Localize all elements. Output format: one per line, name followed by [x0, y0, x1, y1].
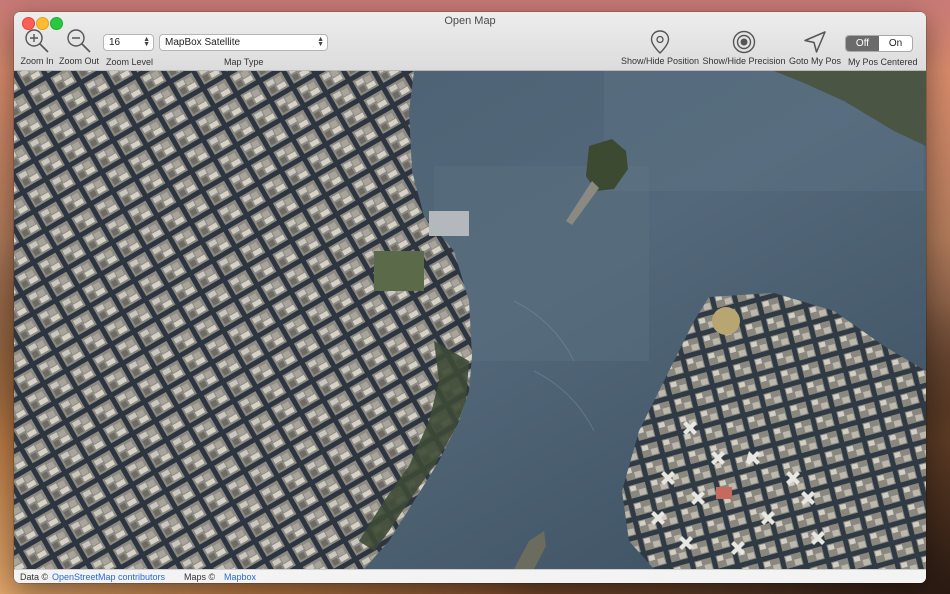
zoom-in-label: Zoom In — [20, 56, 54, 66]
location-pin-icon — [650, 30, 670, 54]
window-title: Open Map — [444, 15, 496, 27]
show-hide-position-label: Show/Hide Position — [620, 56, 700, 66]
zoom-out-button[interactable]: Zoom Out — [57, 28, 101, 66]
openstreetmap-link[interactable]: OpenStreetMap contributors — [52, 572, 165, 582]
my-pos-centered-toggle[interactable]: Off On — [845, 35, 913, 52]
show-hide-precision-button[interactable]: Show/Hide Precision — [702, 30, 786, 66]
navigation-arrow-icon — [804, 31, 826, 53]
zoom-in-button[interactable]: Zoom In — [17, 28, 57, 66]
zoom-level-label: Zoom Level — [106, 57, 154, 67]
zoom-out-label: Zoom Out — [58, 56, 99, 66]
satellite-map[interactable] — [14, 71, 926, 569]
show-hide-position-button[interactable]: Show/Hide Position — [620, 30, 700, 66]
target-icon — [732, 30, 756, 54]
stepper-arrows-icon[interactable]: ▲ ▼ — [143, 36, 150, 48]
map-type-value: MapBox Satellite — [165, 37, 241, 48]
show-hide-precision-label: Show/Hide Precision — [702, 56, 786, 66]
zoom-level-stepper[interactable]: 16 ▲ ▼ — [103, 34, 154, 51]
zoom-out-icon — [67, 29, 91, 53]
toggle-on-segment[interactable]: On — [879, 36, 912, 51]
zoom-in-icon — [25, 29, 49, 53]
map-type-label: Map Type — [224, 57, 264, 67]
my-pos-centered-label: My Pos Centered — [848, 57, 918, 67]
map-type-select[interactable]: MapBox Satellite ▲ ▼ — [159, 34, 328, 51]
maps-attribution-prefix: Maps © — [184, 572, 216, 582]
toggle-off-segment[interactable]: Off — [846, 36, 879, 51]
goto-my-pos-label: Goto My Pos — [788, 56, 842, 66]
mapbox-link[interactable]: Mapbox — [224, 572, 256, 582]
map-imagery — [14, 71, 926, 569]
chevron-updown-icon: ▲ ▼ — [317, 36, 324, 48]
zoom-level-value: 16 — [109, 37, 121, 48]
open-map-window: Open Map Zoom In Zoom Out 16 ▲ ▼ Zoom Lev… — [14, 12, 926, 583]
goto-my-pos-button[interactable]: Goto My Pos — [788, 30, 842, 66]
toolbar: Open Map Zoom In Zoom Out 16 ▲ ▼ Zoom Lev… — [14, 12, 926, 71]
attribution-bar: Data © OpenStreetMap contributors Maps ©… — [14, 569, 926, 583]
data-attribution-prefix: Data © — [20, 572, 49, 582]
